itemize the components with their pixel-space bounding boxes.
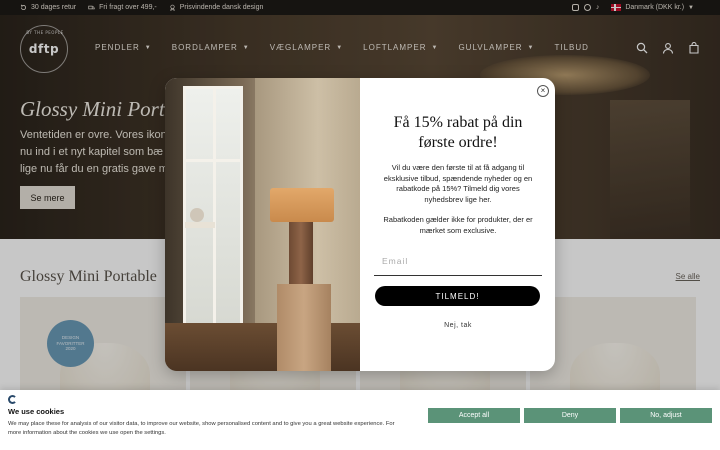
cookie-text-line: more information about the cookies we us… bbox=[8, 430, 166, 436]
accept-all-button[interactable]: Accept all bbox=[428, 408, 520, 423]
photo-lamp-shade bbox=[270, 188, 334, 222]
cookiebot-icon bbox=[8, 395, 17, 404]
note-line: mærket som exclusive. bbox=[419, 225, 497, 235]
popup-headline: Få 15% rabat på din første ordre! bbox=[368, 113, 548, 153]
lead-line: nyhedsbrev lige her. bbox=[424, 194, 492, 204]
decline-link[interactable]: Nej, tak bbox=[368, 322, 548, 329]
photo-window bbox=[183, 86, 243, 326]
note-line: Rabatkoden gælder ikke for produkter, de… bbox=[383, 215, 533, 224]
cookie-title: We use cookies bbox=[8, 407, 65, 416]
close-icon[interactable]: × bbox=[537, 85, 549, 97]
popup-note: Rabatkoden gælder ikke for produkter, de… bbox=[368, 215, 548, 236]
newsletter-popup: × Få 15% rabat på din første ordre! Vil … bbox=[165, 78, 555, 371]
photo-lamp-base bbox=[289, 220, 313, 284]
lead-line: rabatkode på 15%? Tilmeld dig vores bbox=[396, 184, 520, 193]
newsletter-form: × Få 15% rabat på din første ordre! Vil … bbox=[360, 78, 555, 371]
deny-button[interactable]: Deny bbox=[524, 408, 616, 423]
headline-line: første ordre! bbox=[418, 134, 498, 151]
cookie-text: We may place these for analysis of our v… bbox=[8, 420, 418, 438]
lead-line: eksklusive tilbud, spændende nyheder og … bbox=[383, 173, 533, 183]
photo-pedestal bbox=[277, 284, 331, 371]
subscribe-button[interactable]: TILMELD! bbox=[375, 286, 540, 306]
popup-lead: Vil du være den første til at få adgang … bbox=[368, 163, 548, 205]
cookie-banner: We use cookies We may place these for an… bbox=[0, 390, 720, 450]
email-field[interactable] bbox=[374, 246, 542, 276]
cookie-text-line: We may place these for analysis of our v… bbox=[8, 421, 395, 427]
headline-line: Få 15% rabat på din bbox=[393, 114, 523, 131]
photo-orb bbox=[190, 208, 204, 222]
lead-line: Vil du være den første til at få adgang … bbox=[391, 163, 525, 172]
photo-tray bbox=[185, 222, 215, 228]
adjust-button[interactable]: No, adjust bbox=[620, 408, 712, 423]
popup-image bbox=[165, 78, 360, 371]
